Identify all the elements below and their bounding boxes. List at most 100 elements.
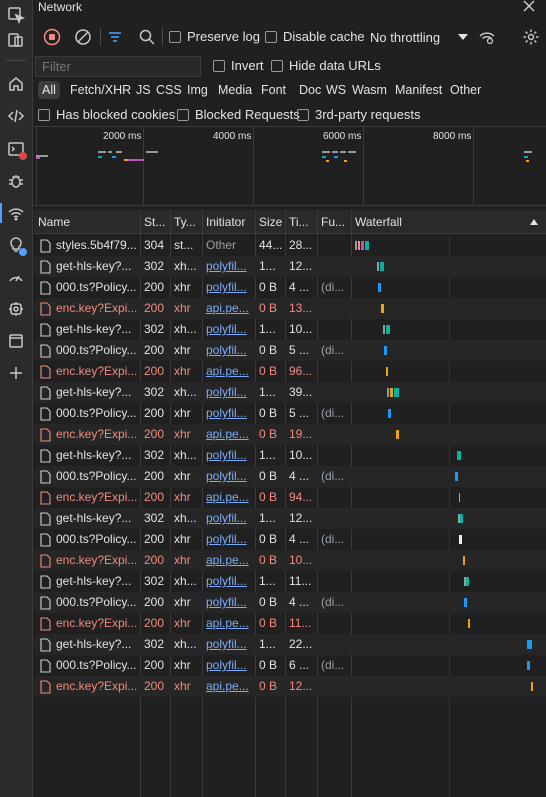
request-initiator[interactable]: api.pe...: [202, 298, 255, 319]
request-initiator[interactable]: polyfil...: [202, 529, 255, 550]
request-name-cell[interactable]: 000.ts?Policy...: [34, 466, 140, 487]
table-row[interactable]: get-hls-key?... 302 xh... polyfil... 1... 12.…: [34, 256, 546, 277]
request-name-cell[interactable]: 000.ts?Policy...: [34, 592, 140, 613]
type-filter-ws[interactable]: WS: [324, 81, 348, 99]
table-row[interactable]: 000.ts?Policy... 200 xhr polyfil... 0 B 4 ...…: [34, 277, 546, 298]
request-initiator[interactable]: polyfil...: [202, 403, 255, 424]
column-header-waterfall[interactable]: Waterfall: [351, 210, 546, 234]
table-row[interactable]: get-hls-key?... 302 xh... polyfil... 1... 11.…: [34, 571, 546, 592]
invert-checkbox[interactable]: Invert: [213, 58, 264, 73]
table-row[interactable]: get-hls-key?... 302 xh... polyfil... 1... 22.…: [34, 634, 546, 655]
table-row[interactable]: get-hls-key?... 302 xh... polyfil... 1... 12.…: [34, 508, 546, 529]
table-row[interactable]: get-hls-key?... 302 xh... polyfil... 1... 10.…: [34, 445, 546, 466]
request-initiator[interactable]: api.pe...: [202, 550, 255, 571]
table-row[interactable]: get-hls-key?... 302 xh... polyfil... 1... 10.…: [34, 319, 546, 340]
request-name-cell[interactable]: 000.ts?Policy...: [34, 277, 140, 298]
request-initiator[interactable]: polyfil...: [202, 256, 255, 277]
request-initiator[interactable]: polyfil...: [202, 340, 255, 361]
request-name-cell[interactable]: get-hls-key?...: [34, 508, 140, 529]
table-row[interactable]: 000.ts?Policy... 200 xhr polyfil... 0 B 5 ...…: [34, 340, 546, 361]
request-initiator[interactable]: polyfil...: [202, 445, 255, 466]
elements-icon[interactable]: [4, 104, 28, 128]
table-row[interactable]: enc.key?Expi... 200 xhr api.pe... 0 B 10...: [34, 550, 546, 571]
third-party-requests-checkbox[interactable]: 3rd-party requests: [297, 107, 421, 122]
request-initiator[interactable]: api.pe...: [202, 361, 255, 382]
request-name-cell[interactable]: get-hls-key?...: [34, 571, 140, 592]
sources-icon[interactable]: [4, 169, 28, 193]
type-filter-js[interactable]: JS: [134, 81, 153, 99]
checkbox-box[interactable]: [265, 30, 277, 43]
request-name-cell[interactable]: 000.ts?Policy...: [34, 655, 140, 676]
request-name-cell[interactable]: get-hls-key?...: [34, 634, 140, 655]
network-conditions-icon[interactable]: [477, 27, 497, 47]
search-icon[interactable]: [137, 27, 157, 47]
type-filter-manifest[interactable]: Manifest: [393, 81, 444, 99]
request-name-cell[interactable]: enc.key?Expi...: [34, 676, 140, 697]
type-filter-fetch-xhr[interactable]: Fetch/XHR: [68, 81, 133, 99]
device-toolbar-icon[interactable]: [4, 28, 28, 52]
column-header-name[interactable]: Name: [34, 210, 140, 234]
type-filter-doc[interactable]: Doc: [297, 81, 323, 99]
application-icon[interactable]: [4, 329, 28, 353]
request-initiator[interactable]: polyfil...: [202, 634, 255, 655]
request-name-cell[interactable]: get-hls-key?...: [34, 256, 140, 277]
table-row[interactable]: 000.ts?Policy... 200 xhr polyfil... 0 B 4 ...…: [34, 466, 546, 487]
request-name-cell[interactable]: styles.5b4f79...: [34, 235, 140, 256]
type-filter-all[interactable]: All: [38, 81, 60, 99]
network-icon[interactable]: [0, 201, 28, 225]
table-row[interactable]: 000.ts?Policy... 200 xhr polyfil... 0 B 5 ...…: [34, 403, 546, 424]
blocked-requests-checkbox[interactable]: Blocked Requests: [177, 107, 300, 122]
table-row[interactable]: enc.key?Expi... 200 xhr api.pe... 0 B 13...: [34, 298, 546, 319]
console-icon[interactable]: [4, 137, 28, 161]
table-row[interactable]: enc.key?Expi... 200 xhr api.pe... 0 B 11...: [34, 613, 546, 634]
disable-cache-checkbox[interactable]: Disable cache: [265, 29, 365, 44]
request-name-cell[interactable]: enc.key?Expi...: [34, 613, 140, 634]
table-row[interactable]: 000.ts?Policy... 200 xhr polyfil... 0 B 4 ...…: [34, 592, 546, 613]
table-row[interactable]: 000.ts?Policy... 200 xhr polyfil... 0 B 4 ...…: [34, 529, 546, 550]
checkbox-box[interactable]: [169, 30, 181, 43]
more-tools-icon[interactable]: [4, 361, 28, 385]
table-row[interactable]: enc.key?Expi... 200 xhr api.pe... 0 B 96...: [34, 361, 546, 382]
type-filter-font[interactable]: Font: [259, 81, 288, 99]
request-name-cell[interactable]: enc.key?Expi...: [34, 487, 140, 508]
request-name-cell[interactable]: 000.ts?Policy...: [34, 529, 140, 550]
type-filter-css[interactable]: CSS: [154, 81, 184, 99]
request-initiator[interactable]: polyfil...: [202, 571, 255, 592]
table-row[interactable]: enc.key?Expi... 200 xhr api.pe... 0 B 19...: [34, 424, 546, 445]
column-header-type[interactable]: Ty...: [170, 210, 202, 234]
has-blocked-cookies-checkbox[interactable]: Has blocked cookies: [38, 107, 175, 122]
record-stop-icon[interactable]: [42, 27, 62, 47]
request-initiator[interactable]: polyfil...: [202, 508, 255, 529]
table-row[interactable]: enc.key?Expi... 200 xhr api.pe... 0 B 94...: [34, 487, 546, 508]
request-initiator[interactable]: api.pe...: [202, 676, 255, 697]
filter-icon[interactable]: [105, 27, 125, 47]
issues-icon[interactable]: [4, 233, 28, 257]
request-name-cell[interactable]: 000.ts?Policy...: [34, 340, 140, 361]
request-initiator[interactable]: polyfil...: [202, 592, 255, 613]
type-filter-img[interactable]: Img: [185, 81, 210, 99]
column-header-fulfilled[interactable]: Fu...: [317, 210, 351, 234]
throttling-select[interactable]: No throttling: [368, 27, 468, 47]
filter-input[interactable]: [35, 56, 201, 77]
request-initiator[interactable]: api.pe...: [202, 487, 255, 508]
request-initiator[interactable]: polyfil...: [202, 382, 255, 403]
network-settings-gear-icon[interactable]: [521, 27, 541, 47]
table-row[interactable]: 000.ts?Policy... 200 xhr polyfil... 0 B 6 ...…: [34, 655, 546, 676]
request-initiator[interactable]: polyfil...: [202, 466, 255, 487]
request-name-cell[interactable]: enc.key?Expi...: [34, 361, 140, 382]
request-name-cell[interactable]: 000.ts?Policy...: [34, 403, 140, 424]
timeline-overview[interactable]: 2000 ms 4000 ms 6000 ms 8000 ms: [34, 126, 546, 206]
close-icon[interactable]: [522, 0, 536, 13]
clear-icon[interactable]: [73, 27, 93, 47]
hide-data-urls-checkbox[interactable]: Hide data URLs: [271, 58, 381, 73]
request-name-cell[interactable]: get-hls-key?...: [34, 319, 140, 340]
type-filter-other[interactable]: Other: [448, 81, 483, 99]
column-header-size[interactable]: Size: [255, 210, 285, 234]
request-initiator[interactable]: polyfil...: [202, 277, 255, 298]
column-header-status[interactable]: St...: [140, 210, 170, 234]
checkbox-box[interactable]: [177, 108, 189, 121]
preserve-log-checkbox[interactable]: Preserve log: [169, 29, 260, 44]
performance-icon[interactable]: [4, 265, 28, 289]
request-name-cell[interactable]: get-hls-key?...: [34, 382, 140, 403]
request-name-cell[interactable]: enc.key?Expi...: [34, 550, 140, 571]
